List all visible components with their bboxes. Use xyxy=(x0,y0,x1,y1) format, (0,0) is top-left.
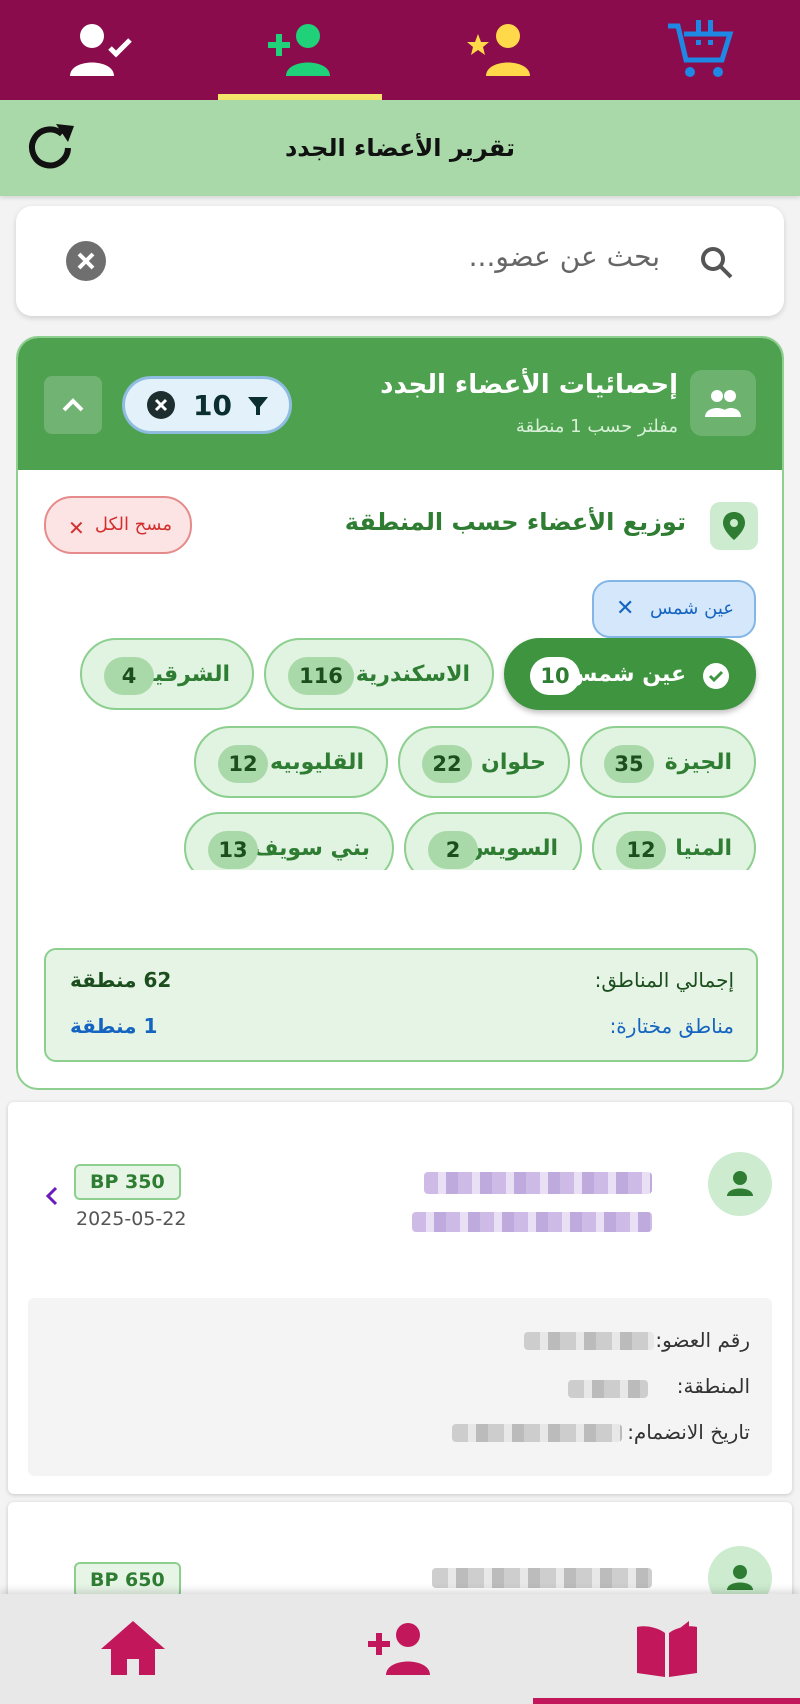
location-icon-box xyxy=(710,502,758,550)
person-add-icon xyxy=(368,1623,430,1675)
region-name: الاسكندرية xyxy=(355,662,470,687)
region-count: 10 xyxy=(530,657,580,695)
distribution-title: توزيع الأعضاء حسب المنطقة xyxy=(344,508,686,536)
region-chips: عين شمس 10 الاسكندرية 116 الشرقية 4 الجي… xyxy=(18,638,782,870)
top-tab-bar xyxy=(0,0,800,100)
join-date-redacted xyxy=(452,1424,622,1442)
nav-add-member[interactable] xyxy=(267,1594,534,1704)
location-pin-icon xyxy=(723,512,745,540)
member-name-redacted xyxy=(424,1172,652,1194)
region-name: بني سويف xyxy=(252,836,370,861)
region-label: المنطقة: xyxy=(676,1374,750,1398)
member-id-redacted xyxy=(524,1332,654,1350)
region-chip[interactable]: الشرقية 4 xyxy=(80,638,254,710)
clear-search-button[interactable] xyxy=(66,241,106,281)
person-add-icon xyxy=(268,24,330,76)
check-circle-icon xyxy=(703,663,729,689)
refresh-icon[interactable] xyxy=(20,118,80,178)
stats-title: إحصائيات الأعضاء الجدد xyxy=(380,370,678,400)
selected-region-chip[interactable]: عين شمس ✕ xyxy=(592,580,756,638)
region-count: 4 xyxy=(104,657,154,695)
clear-all-label: مسح الكل xyxy=(94,514,172,535)
stats-subtitle: مفلتر حسب 1 منطقة xyxy=(515,416,678,437)
join-date: 2025-05-22 xyxy=(76,1208,187,1230)
search-icon xyxy=(701,247,733,279)
filter-count-pill[interactable]: 10 xyxy=(122,376,292,434)
person-star-icon xyxy=(467,24,530,76)
remove-filter-button[interactable] xyxy=(147,391,175,419)
search-input[interactable]: بحث عن عضو... xyxy=(469,240,660,273)
avatar xyxy=(708,1152,772,1216)
region-chip[interactable]: السويس 2 xyxy=(404,812,582,870)
filter-count: 10 xyxy=(193,389,232,422)
tab-cart[interactable] xyxy=(600,0,800,100)
region-count: 13 xyxy=(208,831,258,869)
selected-regions-value: 1 منطقة xyxy=(70,1014,158,1038)
tab-person-add[interactable] xyxy=(200,0,400,100)
member-details: رقم العضو: المنطقة: تاريخ الانضمام: xyxy=(28,1298,772,1476)
region-chip[interactable]: الاسكندرية 116 xyxy=(264,638,494,710)
close-icon xyxy=(77,252,95,270)
join-date-label: تاريخ الانضمام: xyxy=(627,1420,750,1444)
points-badge: BP 650 xyxy=(74,1562,181,1598)
app-header: تقرير الأعضاء الجدد xyxy=(0,100,800,196)
people-icon-box xyxy=(690,370,756,436)
region-count: 35 xyxy=(604,745,654,783)
region-count: 2 xyxy=(428,831,478,869)
total-regions-label: إجمالي المناطق: xyxy=(594,968,734,992)
member-card[interactable]: BP 350 2025-05-22 رقم العضو: المنطقة: تا… xyxy=(8,1102,792,1494)
chevron-left-icon[interactable] xyxy=(38,1182,66,1210)
region-name: السويس xyxy=(466,836,558,861)
tab-person-check[interactable] xyxy=(0,0,200,100)
close-icon: ✕ xyxy=(68,516,85,540)
selected-region-label: عين شمس xyxy=(649,598,734,619)
page-title: تقرير الأعضاء الجدد xyxy=(284,134,515,162)
total-regions-value: 62 منطقة xyxy=(70,968,172,992)
bottom-navigation xyxy=(0,1594,800,1704)
region-count: 116 xyxy=(288,657,354,695)
region-name: عين شمس xyxy=(567,662,686,687)
close-icon xyxy=(154,398,168,412)
region-chip[interactable]: القليوبيه 12 xyxy=(194,726,388,798)
region-count: 12 xyxy=(616,831,666,869)
region-summary: إجمالي المناطق: 62 منطقة مناطق مختارة: 1… xyxy=(44,948,758,1062)
member-name-redacted xyxy=(432,1568,652,1588)
cart-icon xyxy=(668,20,734,77)
stats-card: إحصائيات الأعضاء الجدد مفلتر حسب 1 منطقة… xyxy=(16,336,784,1090)
close-icon[interactable]: ✕ xyxy=(616,596,634,621)
nav-book[interactable] xyxy=(533,1594,800,1704)
region-name: الجيزة xyxy=(664,750,732,775)
region-chip[interactable]: المنيا 12 xyxy=(592,812,756,870)
region-redacted xyxy=(568,1380,648,1398)
person-check-icon xyxy=(70,24,132,76)
region-chip[interactable]: عين شمس 10 xyxy=(504,638,756,710)
region-chip[interactable]: حلوان 22 xyxy=(398,726,570,798)
people-icon xyxy=(705,390,741,417)
clear-all-button[interactable]: مسح الكل ✕ xyxy=(44,496,192,554)
home-icon xyxy=(101,1621,166,1675)
member-id-label: رقم العضو: xyxy=(655,1328,750,1352)
selected-regions-row: مناطق مختارة: 1 منطقة xyxy=(70,1014,734,1044)
region-chip[interactable]: الجيزة 35 xyxy=(580,726,756,798)
selected-regions-label: مناطق مختارة: xyxy=(609,1014,734,1038)
book-icon xyxy=(636,1621,697,1677)
region-name: حلوان xyxy=(481,750,546,775)
filter-icon xyxy=(248,397,268,415)
chevron-up-icon xyxy=(62,398,84,412)
region-name: المنيا xyxy=(675,836,732,861)
stats-header: إحصائيات الأعضاء الجدد مفلتر حسب 1 منطقة… xyxy=(18,338,782,470)
search-bar: بحث عن عضو... xyxy=(16,206,784,316)
region-count: 12 xyxy=(218,745,268,783)
tab-person-star[interactable] xyxy=(400,0,600,100)
region-name: القليوبيه xyxy=(270,750,364,775)
collapse-button[interactable] xyxy=(44,376,102,434)
member-phone-redacted xyxy=(412,1212,652,1232)
person-icon xyxy=(727,1171,753,1196)
total-regions-row: إجمالي المناطق: 62 منطقة xyxy=(70,968,734,998)
nav-home[interactable] xyxy=(0,1594,267,1704)
points-badge: BP 350 xyxy=(74,1164,181,1200)
region-count: 22 xyxy=(422,745,472,783)
region-chip[interactable]: بني سويف 13 xyxy=(184,812,394,870)
region-name: الشرقية xyxy=(141,662,230,687)
